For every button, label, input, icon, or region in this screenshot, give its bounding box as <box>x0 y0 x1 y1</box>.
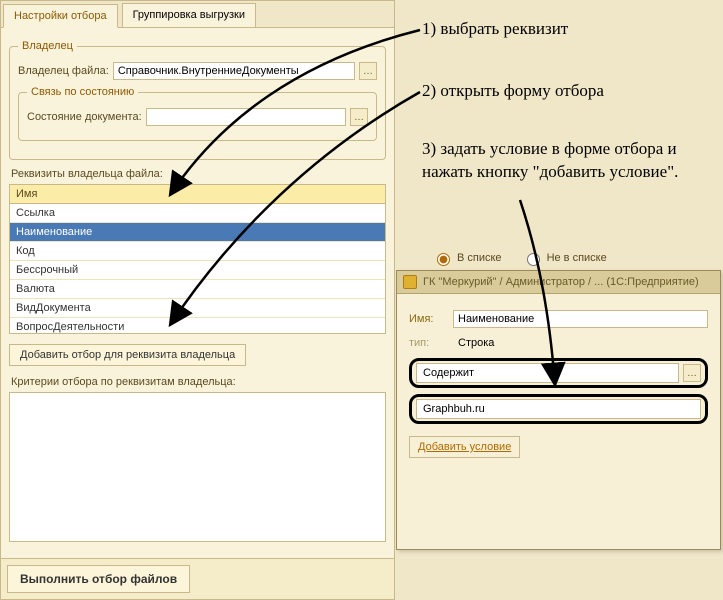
radio-in-list-label: В списке <box>457 252 502 264</box>
radio-not-in-list-label: Не в списке <box>547 252 607 264</box>
add-condition-button[interactable]: Добавить условие <box>409 436 520 458</box>
requisites-label: Реквизиты владельца файла: <box>11 168 384 180</box>
pattern-input[interactable] <box>416 399 701 419</box>
list-item[interactable]: Наименование <box>10 223 385 242</box>
radio-in-list[interactable]: В списке <box>432 250 502 266</box>
annotation-step2: 2) открыть форму отбора <box>422 80 604 103</box>
filter-form-title-text: ГК "Меркурий" / Администратор / ... (1С:… <box>423 276 699 288</box>
relation-group-title: Связь по состоянию <box>27 86 138 98</box>
annotation-step3: 3) задать условие в форме отбора и нажат… <box>422 138 712 184</box>
filter-form-titlebar[interactable]: ГК "Меркурий" / Администратор / ... (1С:… <box>397 271 720 294</box>
tab-grouping[interactable]: Группировка выгрузки <box>122 3 256 27</box>
mini-name-label: Имя: <box>409 313 445 325</box>
mini-name-input[interactable] <box>453 310 708 328</box>
bottom-bar: Выполнить отбор файлов <box>1 558 394 599</box>
list-item[interactable]: Ссылка <box>10 204 385 223</box>
owner-group: Владелец Владелец файла: … Связь по сост… <box>9 40 386 160</box>
radio-not-in-list-input[interactable] <box>527 253 540 266</box>
app-1c-icon <box>403 275 417 289</box>
add-filter-button[interactable]: Добавить отбор для реквизита владельца <box>9 344 246 366</box>
mini-type-label: тип: <box>409 337 445 349</box>
criteria-box[interactable] <box>9 392 386 542</box>
condition-highlight-box: … <box>409 358 708 388</box>
list-item[interactable]: ВидДокумента <box>10 299 385 318</box>
document-state-input[interactable] <box>146 108 346 126</box>
list-item[interactable]: Валюта <box>10 280 385 299</box>
pattern-highlight-box <box>409 394 708 424</box>
run-filter-button[interactable]: Выполнить отбор файлов <box>7 565 190 593</box>
filter-form-window: ГК "Меркурий" / Администратор / ... (1С:… <box>396 270 721 550</box>
list-item[interactable]: Код <box>10 242 385 261</box>
radio-in-list-input[interactable] <box>437 253 450 266</box>
list-item[interactable]: ВопросДеятельности <box>10 318 385 334</box>
document-state-choose-button[interactable]: … <box>350 108 368 126</box>
file-owner-label: Владелец файла: <box>18 65 109 77</box>
owner-group-title: Владелец <box>18 40 77 52</box>
document-state-label: Состояние документа: <box>27 111 142 123</box>
filter-form-body: Имя: тип: Строка … Добавить условие <box>397 294 720 468</box>
list-header-name: Имя <box>10 185 385 204</box>
tab-settings[interactable]: Настройки отбора <box>3 4 118 28</box>
condition-select[interactable] <box>416 363 679 383</box>
list-item[interactable]: Бессрочный <box>10 261 385 280</box>
relation-group: Связь по состоянию Состояние документа: … <box>18 86 377 141</box>
radio-not-in-list[interactable]: Не в списке <box>522 250 607 266</box>
criteria-label: Критерии отбора по реквизитам владельца: <box>11 376 384 388</box>
requisites-list[interactable]: Имя СсылкаНаименованиеКодБессрочныйВалют… <box>9 184 386 334</box>
tabs: Настройки отбора Группировка выгрузки <box>1 1 394 28</box>
annotation-step1: 1) выбрать реквизит <box>422 18 568 41</box>
tab-content: Владелец Владелец файла: … Связь по сост… <box>1 28 394 550</box>
file-owner-input[interactable] <box>113 62 355 80</box>
file-owner-choose-button[interactable]: … <box>359 62 377 80</box>
left-panel: Настройки отбора Группировка выгрузки Вл… <box>0 0 395 600</box>
list-filter-radio-group: В списке Не в списке <box>432 250 607 266</box>
condition-choose-button[interactable]: … <box>683 364 701 382</box>
mini-type-value: Строка <box>453 334 708 352</box>
